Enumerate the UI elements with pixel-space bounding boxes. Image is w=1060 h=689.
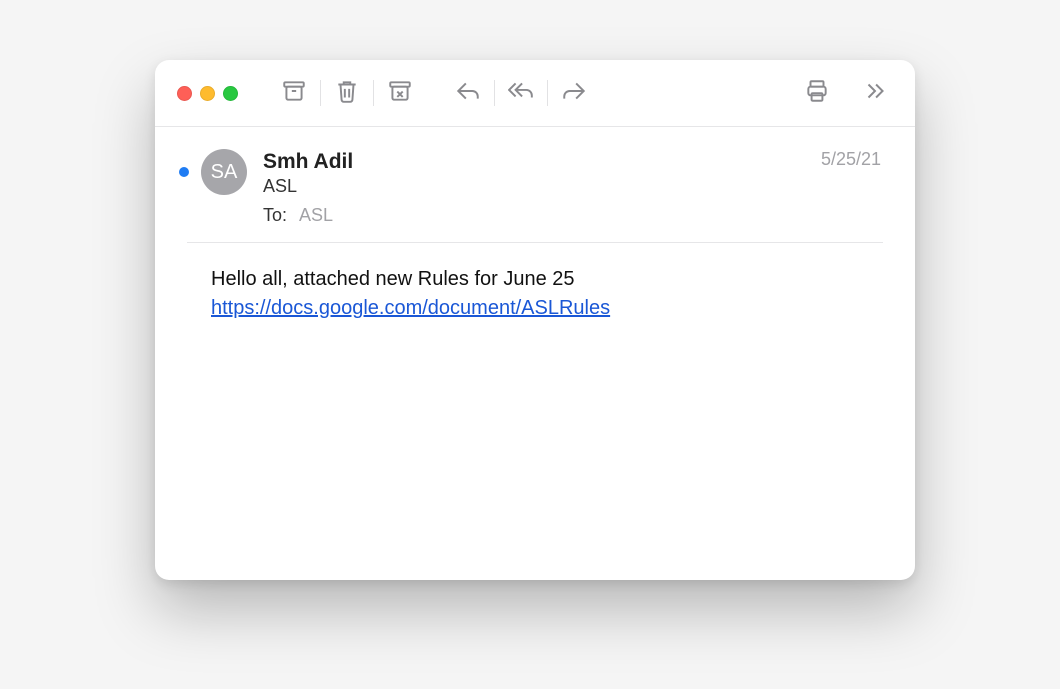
message-meta: Smh Adil ASL To: ASL: [263, 149, 883, 226]
mail-message-window: SA Smh Adil ASL To: ASL 5/25/21 Hello al…: [155, 60, 915, 580]
junk-button[interactable]: [380, 73, 420, 113]
unread-indicator-icon: [179, 167, 189, 177]
body-link[interactable]: https://docs.google.com/document/ASLRule…: [211, 297, 610, 319]
toolbar-separator: [547, 80, 548, 106]
to-label: To:: [263, 205, 287, 225]
printer-icon: [804, 78, 830, 109]
archive-button[interactable]: [274, 73, 314, 113]
junk-icon: [387, 78, 413, 109]
sender-avatar[interactable]: SA: [201, 149, 247, 195]
window-close-button[interactable]: [177, 86, 192, 101]
reply-icon: [455, 78, 481, 109]
toolbar-separator: [373, 80, 374, 106]
body-text-line: Hello all, attached new Rules for June 2…: [211, 265, 883, 294]
message-date: 5/25/21: [821, 149, 881, 170]
reply-all-button[interactable]: [501, 73, 541, 113]
toolbar-group-respond: [448, 73, 594, 113]
reply-all-icon: [508, 78, 534, 109]
toolbar-overflow-button[interactable]: [855, 73, 895, 113]
window-maximize-button[interactable]: [223, 86, 238, 101]
forward-icon: [561, 78, 587, 109]
toolbar-separator: [320, 80, 321, 106]
delete-button[interactable]: [327, 73, 367, 113]
avatar-initials: SA: [211, 161, 238, 184]
message-header: SA Smh Adil ASL To: ASL 5/25/21: [155, 127, 915, 242]
reply-button[interactable]: [448, 73, 488, 113]
to-value: ASL: [299, 205, 333, 225]
message-subject: ASL: [263, 176, 883, 197]
print-button[interactable]: [797, 73, 837, 113]
recipients-line[interactable]: To: ASL: [263, 205, 883, 226]
chevron-double-right-icon: [862, 78, 888, 109]
forward-button[interactable]: [554, 73, 594, 113]
window-minimize-button[interactable]: [200, 86, 215, 101]
archive-icon: [281, 78, 307, 109]
toolbar: [155, 60, 915, 127]
toolbar-group-file: [274, 73, 420, 113]
trash-icon: [334, 78, 360, 109]
toolbar-group-right: [797, 73, 895, 113]
sender-name[interactable]: Smh Adil: [263, 149, 883, 174]
window-controls: [177, 86, 238, 101]
message-body[interactable]: Hello all, attached new Rules for June 2…: [155, 243, 915, 347]
toolbar-separator: [494, 80, 495, 106]
